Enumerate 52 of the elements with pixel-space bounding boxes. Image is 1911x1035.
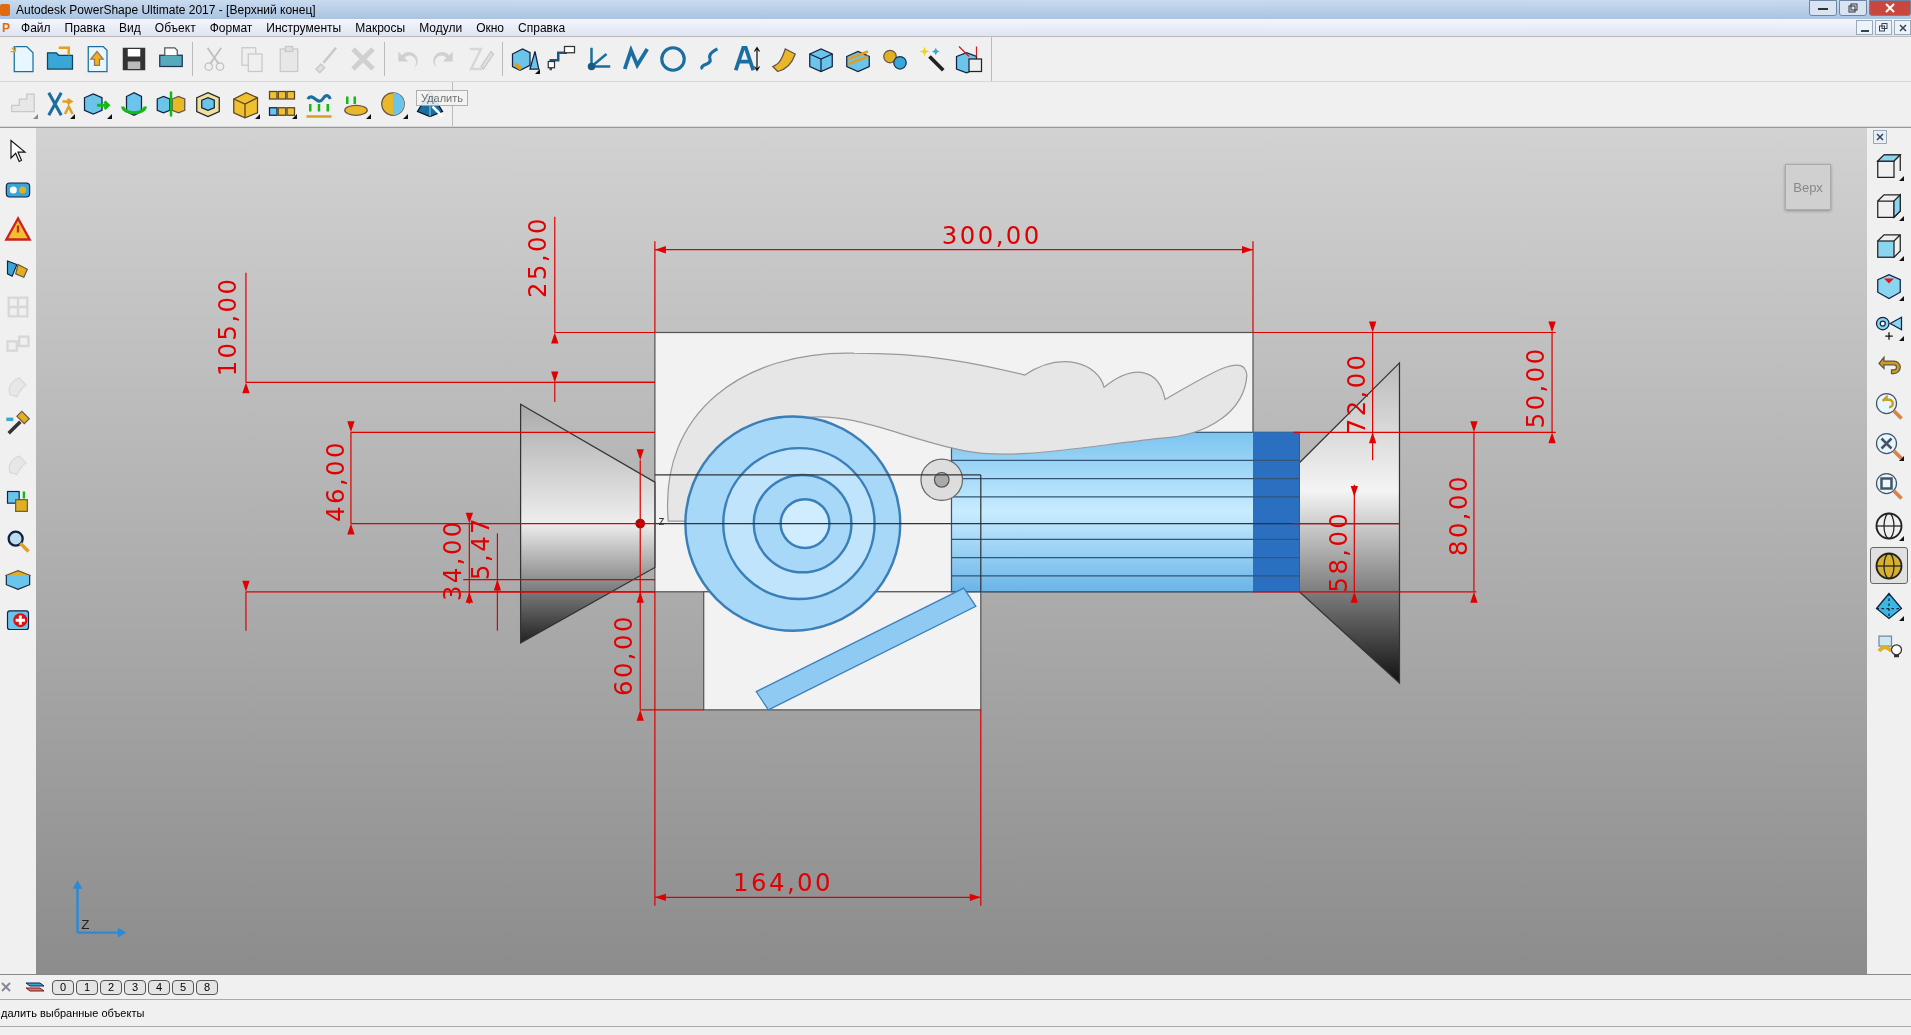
- menu-item[interactable]: Файл: [14, 20, 58, 35]
- app-logo: P: [1, 20, 11, 35]
- app-logo-icon: [0, 2, 12, 17]
- dimension-label: 300,00: [941, 220, 1042, 250]
- tooltip: Удалить: [416, 90, 468, 106]
- axis-label: Z: [81, 917, 90, 932]
- menu-item[interactable]: Вид: [112, 20, 148, 35]
- layer-button[interactable]: 4: [148, 979, 170, 995]
- dimension-label: 25,00: [523, 216, 553, 298]
- dimension-label: 105,00: [213, 276, 243, 377]
- close-icon: [1876, 133, 1884, 141]
- minimize-icon: [1818, 5, 1828, 11]
- close-icon: [1885, 3, 1895, 13]
- menu-item[interactable]: Модули: [412, 20, 470, 35]
- minimize-button[interactable]: [1856, 20, 1873, 35]
- dimension-label: 72,00: [1342, 352, 1372, 435]
- minimize-button[interactable]: [1809, 0, 1837, 16]
- menu-item[interactable]: Окно: [469, 20, 512, 35]
- layer-button[interactable]: 2: [100, 979, 122, 995]
- dimension-label: 80,00: [1443, 474, 1473, 556]
- restore-icon: [1879, 23, 1888, 32]
- restore-icon: [1848, 3, 1858, 13]
- minimize-icon: [1860, 29, 1869, 32]
- menu-item[interactable]: Макросы: [348, 20, 413, 35]
- layers-icon[interactable]: [24, 979, 46, 995]
- menu-item[interactable]: Справка: [511, 20, 573, 35]
- dimension-label: 34,00: [437, 519, 467, 602]
- close-button[interactable]: [1869, 0, 1911, 16]
- status-text: далить выбранные объекты: [1, 1007, 145, 1019]
- menu-item[interactable]: Объект: [147, 20, 203, 35]
- close-button[interactable]: [1873, 130, 1887, 144]
- layer-button[interactable]: 3: [124, 979, 146, 995]
- restore-button[interactable]: [1875, 20, 1892, 35]
- dimension-label: 50,00: [1520, 346, 1550, 429]
- layer-button[interactable]: 8: [196, 979, 218, 995]
- restore-button[interactable]: [1839, 0, 1867, 16]
- dimension-label: 164,00: [733, 868, 834, 898]
- menu-item[interactable]: Формат: [202, 20, 260, 35]
- close-button[interactable]: [1894, 20, 1911, 35]
- dimension-label: 5,47: [465, 516, 495, 580]
- close-icon: [1898, 23, 1907, 32]
- dimension-label: 60,00: [608, 614, 638, 696]
- layer-button[interactable]: 5: [172, 979, 194, 995]
- layer-button[interactable]: 1: [76, 979, 98, 995]
- dimension-label: 58,00: [1323, 510, 1353, 593]
- menu-item[interactable]: Инструменты: [259, 20, 349, 35]
- dimension-label: 46,00: [320, 440, 350, 522]
- axis-triad-icon: [72, 880, 127, 938]
- layer-button[interactable]: 0: [52, 979, 74, 995]
- window-title: Autodesk PowerShape Ultimate 2017 - [Верхний конец]: [15, 2, 317, 17]
- menu-item[interactable]: Правка: [57, 20, 113, 35]
- close-icon: [1, 982, 11, 992]
